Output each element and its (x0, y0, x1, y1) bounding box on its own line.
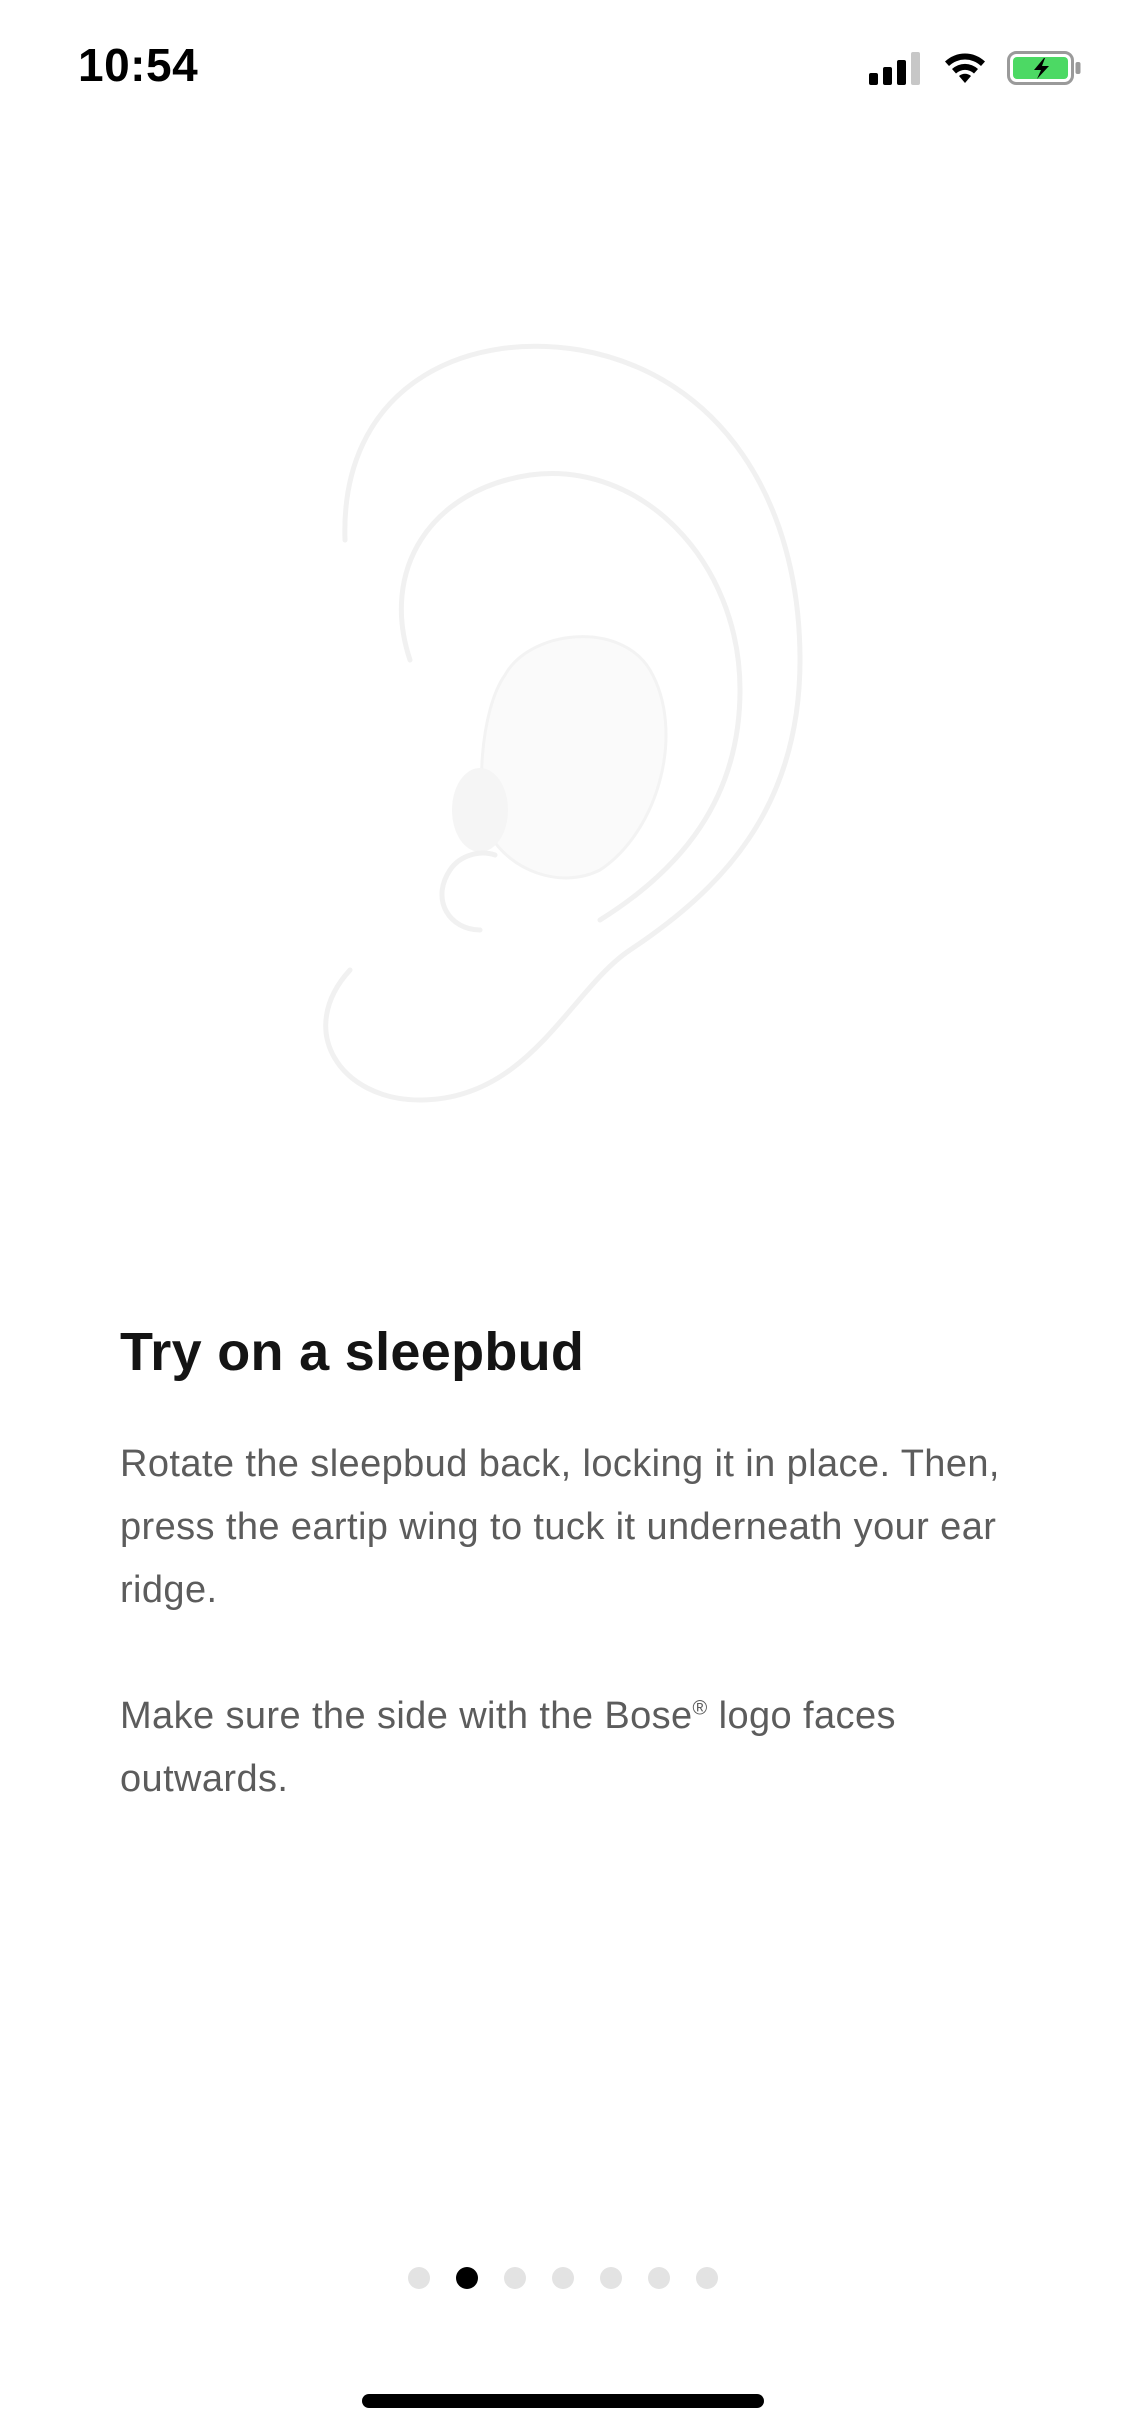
status-bar: 10:54 (0, 0, 1125, 132)
page-dot[interactable] (407, 2267, 430, 2289)
page-dot[interactable] (503, 2267, 526, 2289)
registered-mark: ® (692, 1697, 708, 1720)
home-indicator[interactable] (362, 2394, 764, 2408)
page-dot[interactable] (455, 2267, 478, 2289)
page-dot[interactable] (647, 2267, 670, 2289)
logo-orientation-text: Make sure the side with the Bose® logo f… (120, 1694, 896, 1800)
signal-icon (869, 51, 923, 85)
page-dot[interactable] (695, 2267, 718, 2289)
battery-charging-icon (1007, 50, 1083, 86)
ear-illustration (300, 330, 820, 1130)
content: Try on a sleepbud Rotate the sleepbud ba… (120, 1320, 1020, 1811)
wifi-icon (941, 50, 989, 86)
page-title: Try on a sleepbud (120, 1322, 585, 1382)
instruction-text: Rotate the sleepbud back, locking it in … (120, 1442, 1000, 1611)
page-dot[interactable] (551, 2267, 574, 2289)
status-time: 10:54 (78, 39, 199, 91)
page-indicator[interactable] (0, 2267, 1125, 2289)
page-dot[interactable] (599, 2267, 622, 2289)
status-icons (869, 50, 1083, 86)
